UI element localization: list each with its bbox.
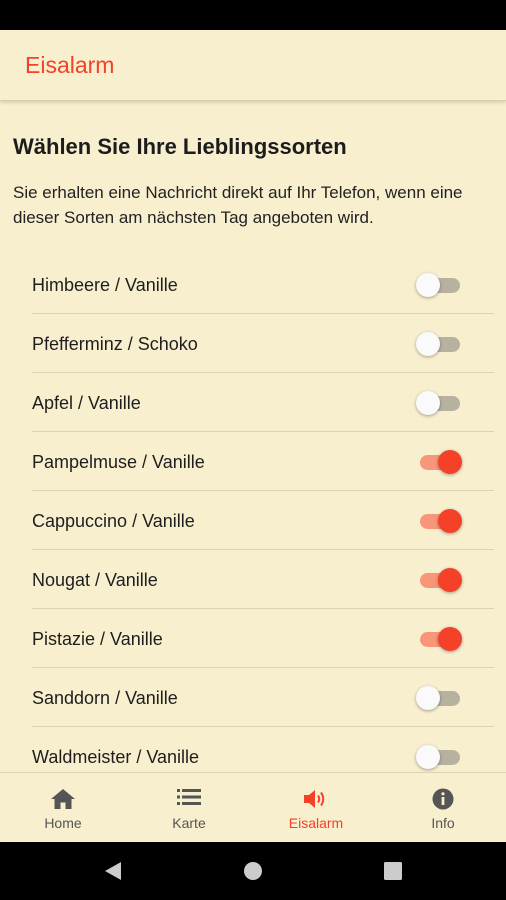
status-bar [0, 0, 506, 30]
info-icon [432, 788, 454, 810]
flavor-row[interactable]: Cappuccino / Vanille [32, 491, 494, 550]
toggle-thumb [416, 332, 440, 356]
flavor-toggle[interactable] [416, 450, 462, 474]
toggle-thumb [438, 568, 462, 592]
flavor-row[interactable]: Sanddorn / Vanille [32, 668, 494, 727]
flavor-toggle[interactable] [416, 332, 462, 356]
nav-label-info: Info [431, 815, 455, 831]
flavor-label: Pistazie / Vanille [32, 629, 163, 649]
flavor-label: Pampelmuse / Vanille [32, 452, 205, 472]
page-heading: Wählen Sie Ihre Lieblingssorten [13, 134, 347, 159]
nav-home[interactable]: Home [0, 773, 126, 842]
recents-icon[interactable] [384, 862, 402, 880]
toggle-thumb [416, 391, 440, 415]
flavor-label: Apfel / Vanille [32, 393, 141, 413]
flavor-toggle[interactable] [416, 509, 462, 533]
toggle-thumb [416, 745, 440, 769]
home-circle-icon[interactable] [243, 861, 263, 881]
toggle-thumb [416, 686, 440, 710]
main-content[interactable]: Wählen Sie Ihre Lieblingssorten Sie erha… [0, 102, 506, 772]
flavor-toggle[interactable] [416, 568, 462, 592]
nav-label-home: Home [44, 815, 82, 831]
flavor-row[interactable]: Nougat / Vanille [32, 550, 494, 609]
flavor-toggle[interactable] [416, 627, 462, 651]
app-title: Eisalarm [25, 52, 115, 78]
flavor-label: Cappuccino / Vanille [32, 511, 195, 531]
nav-karte[interactable]: Karte [126, 773, 252, 842]
toggle-thumb [438, 509, 462, 533]
home-icon [51, 789, 75, 809]
app-bar: Eisalarm [0, 30, 506, 101]
flavor-row[interactable]: Himbeere / Vanille [32, 255, 494, 314]
flavor-row[interactable]: Pampelmuse / Vanille [32, 432, 494, 491]
nav-label-karte: Karte [172, 815, 206, 831]
flavor-toggle[interactable] [416, 273, 462, 297]
toggle-thumb [438, 627, 462, 651]
flavor-toggle[interactable] [416, 745, 462, 769]
flavor-label: Nougat / Vanille [32, 570, 158, 590]
flavor-label: Pfefferminz / Schoko [32, 334, 198, 354]
flavor-row[interactable]: Pfefferminz / Schoko [32, 314, 494, 373]
list-icon [177, 789, 201, 805]
system-navigation-bar [0, 842, 506, 900]
flavor-label: Sanddorn / Vanille [32, 688, 178, 708]
nav-label-eisalarm: Eisalarm [288, 815, 344, 831]
nav-eisalarm[interactable]: Eisalarm [253, 773, 379, 842]
page-description: Sie erhalten eine Nachricht direkt auf I… [13, 183, 463, 227]
flavor-toggle[interactable] [416, 391, 462, 415]
flavor-row[interactable]: Pistazie / Vanille [32, 609, 494, 668]
toggle-thumb [438, 450, 462, 474]
flavor-label: Himbeere / Vanille [32, 275, 178, 295]
app-screen: Eisalarm Wählen Sie Ihre Lieblingssorten… [0, 30, 506, 842]
flavor-toggle[interactable] [416, 686, 462, 710]
speaker-icon [304, 790, 325, 808]
flavor-row[interactable]: Apfel / Vanille [32, 373, 494, 432]
back-icon[interactable] [103, 861, 123, 881]
bottom-navigation: Home Karte Eisalarm Info [0, 772, 506, 842]
nav-info[interactable]: Info [380, 773, 506, 842]
flavor-list: Himbeere / Vanille Pfefferminz / Schoko … [32, 255, 494, 772]
toggle-thumb [416, 273, 440, 297]
flavor-row[interactable]: Waldmeister / Vanille [32, 727, 494, 772]
flavor-label: Waldmeister / Vanille [32, 747, 200, 767]
